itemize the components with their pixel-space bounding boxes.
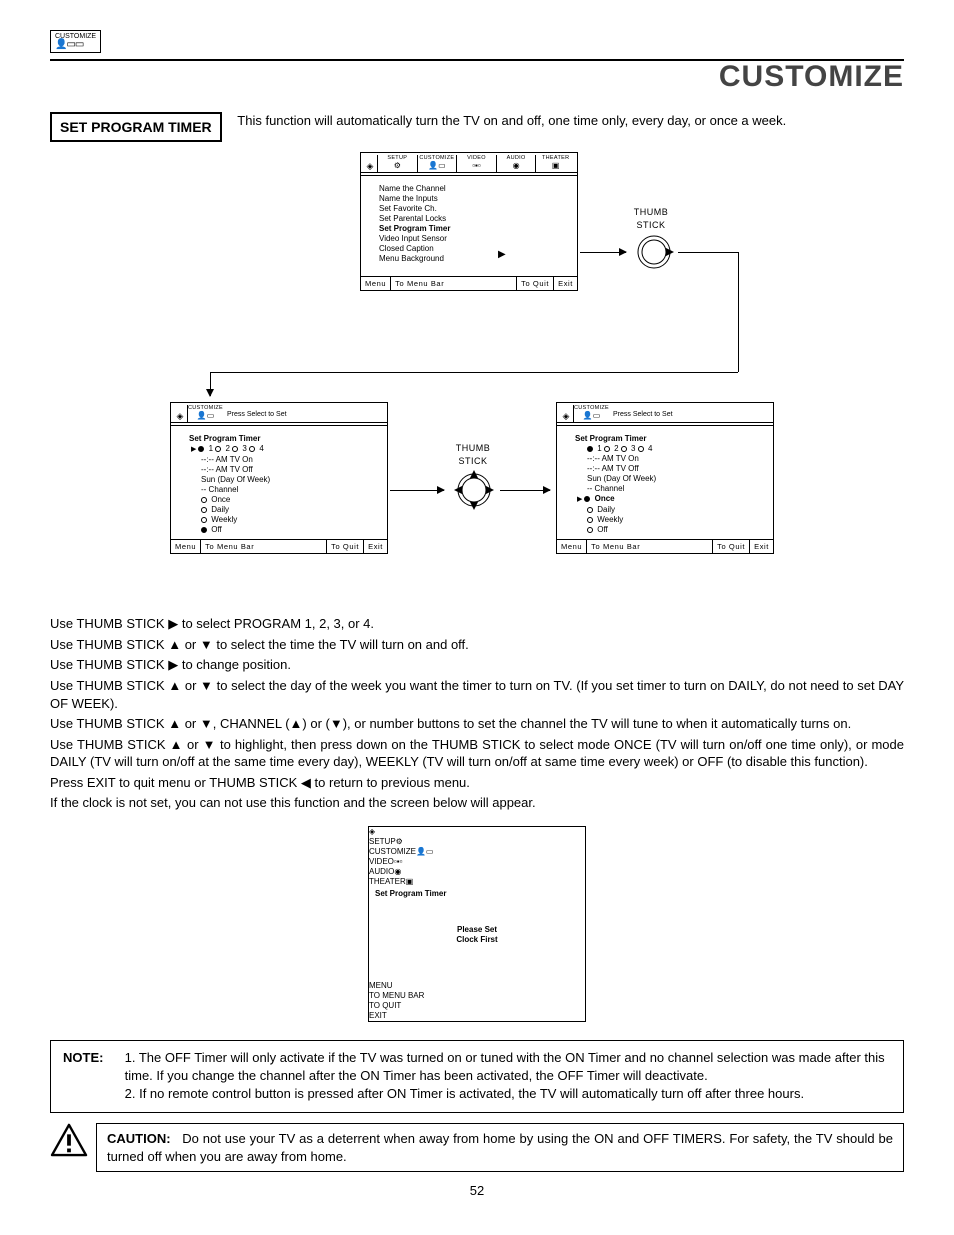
timer-slots: 1 2 3 4 [575,444,763,454]
menu-item: Set Program Timer [371,224,567,234]
footer-quit: To Quit [713,540,750,553]
diagram-area: ◈ SETUP⚙ CUSTOMIZE👤▭ VIDEO▫▪▫ AUDIO◉ THE… [50,152,904,612]
menu-item: Name the Inputs [371,194,567,204]
menu-item: Name the Channel [371,184,567,194]
footer-exit: Exit [750,540,773,553]
instruction-line: Use THUMB STICK ▲ or ▼ to select the tim… [50,636,904,654]
timer-slots: ▶ 1 2 3 4 [189,444,377,455]
timer-line: -- Channel [189,485,377,495]
note-item-1: 1. The OFF Timer will only activate if t… [125,1050,885,1083]
tab-customize: CUSTOMIZE [369,847,416,856]
footer-bar: To Menu Bar [391,277,517,290]
arrow-into-menu2 [210,372,211,396]
timer-mode: Daily [575,505,763,515]
instruction-line: Use THUMB STICK ▲ or ▼ to highlight, the… [50,736,904,771]
tab-video: VIDEO [369,857,394,866]
tab-theater: THEATER [369,877,406,886]
instruction-line: Press EXIT to quit menu or THUMB STICK ◀… [50,774,904,792]
timer-line: --:-- AM TV On [189,455,377,465]
note-item-2: 2. If no remote control button is presse… [125,1086,804,1101]
submenu-header-2: Press Select to Set [609,409,771,422]
instruction-line: If the clock is not set, you can not use… [50,794,904,812]
timer-mode: ▶ Once [575,494,763,505]
menu-item: Set Favorite Ch. [371,204,567,214]
thumb-label-1: THUMB STICK [626,206,676,230]
connector-h1 [678,252,738,253]
timer-line: --:-- AM TV Off [189,465,377,475]
clock-msg-2: Clock First [369,935,585,945]
page-title: CUSTOMIZE [50,57,904,98]
submenu-header-1: Press Select to Set [223,409,385,422]
menu-item: Menu Background [371,254,567,264]
footer-exit: Exit [554,277,577,290]
footer-menu: MENU [369,981,585,991]
timer-title: Set Program Timer [189,434,377,444]
instruction-line: Use THUMB STICK ▶ to change position. [50,656,904,674]
connector-h2 [210,372,738,373]
tv-menu-timer-2: ◈ CUSTOMIZE👤▭ Press Select to Set Set Pr… [556,402,774,554]
footer-menu: Menu [361,277,391,290]
timer-line: --:-- AM TV Off [575,464,763,474]
caution-label: CAUTION: [107,1131,171,1146]
page-number: 52 [50,1182,904,1200]
timer-title: Set Program Timer [575,434,763,444]
footer-menu: Menu [557,540,587,553]
caution-text: Do not use your TV as a deterrent when a… [107,1131,893,1164]
footer-bar: TO MENU BAR [369,991,585,1001]
footer-menu: Menu [171,540,201,553]
menu-item: Closed Caption [371,244,567,254]
caution-box: CAUTION: Do not use your TV as a deterre… [96,1123,904,1172]
clock-msg-1: Please Set [369,925,585,935]
instruction-line: Use THUMB STICK ▶ to select PROGRAM 1, 2… [50,615,904,633]
menu-body: Name the ChannelName the InputsSet Favor… [361,180,577,276]
tab-audio: AUDIO [369,867,394,876]
footer-quit: To Quit [517,277,554,290]
instructions-block: Use THUMB STICK ▶ to select PROGRAM 1, 2… [50,615,904,811]
timer-mode: Daily [189,505,377,515]
clock-menu-title: Set Program Timer [369,887,585,899]
footer-exit: EXIT [369,1011,585,1021]
thumb-label-2: THUMB STICK [448,442,498,466]
connector-v1 [738,252,739,372]
arrow-menu1-to-thumb [580,252,626,253]
top-chip-glyph: 👤▭▭ [55,39,83,50]
timer-mode: Off [575,525,763,535]
footer-quit: To Quit [327,540,364,553]
section-description: This function will automatically turn th… [237,112,786,130]
section-title-box: SET PROGRAM TIMER [50,112,222,143]
note-box: NOTE: 1. The OFF Timer will only activat… [50,1040,904,1113]
caution-triangle-icon [50,1123,88,1162]
menu-tabs: ◈ SETUP⚙ CUSTOMIZE👤▭ VIDEO▫▪▫ AUDIO◉ THE… [361,153,577,173]
arrow-menu2-to-thumb [390,490,444,491]
instruction-line: Use THUMB STICK ▲ or ▼ to select the day… [50,677,904,712]
thumb-stick-icon-1 [630,228,678,276]
menu-item: Video Input Sensor [371,234,567,244]
note-label: NOTE: [63,1049,121,1067]
top-customize-chip: CUSTOMIZE 👤▭▭ [50,30,101,53]
instruction-line: Use THUMB STICK ▲ or ▼, CHANNEL (▲) or (… [50,715,904,733]
menu1-pointer-icon: ▶ [498,248,506,262]
setup-dot-icon: ◈ [363,161,377,172]
footer-quit: TO QUIT [369,1001,585,1011]
timer-mode: Weekly [189,515,377,525]
timer-mode: Off [189,525,377,535]
caution-row: CAUTION: Do not use your TV as a deterre… [50,1123,904,1172]
footer-bar: To Menu Bar [201,540,327,553]
footer-exit: Exit [364,540,387,553]
thumb-stick-icon-2 [450,466,498,514]
tv-menu-main: ◈ SETUP⚙ CUSTOMIZE👤▭ VIDEO▫▪▫ AUDIO◉ THE… [360,152,578,291]
timer-mode: Weekly [575,515,763,525]
timer-line: -- Channel [575,484,763,494]
arrow-thumb-to-menu3 [500,490,550,491]
menu-footer: Menu To Menu Bar To Quit Exit [361,276,577,290]
timer-line: Sun (Day Of Week) [575,474,763,484]
timer-line: Sun (Day Of Week) [189,475,377,485]
menu-item: Set Parental Locks [371,214,567,224]
footer-bar: To Menu Bar [587,540,713,553]
timer-line: --:-- AM TV On [575,454,763,464]
tv-menu-timer-1: ◈ CUSTOMIZE👤▭ Press Select to Set Set Pr… [170,402,388,554]
tv-menu-clock-warning: ◈ SETUP⚙ CUSTOMIZE👤▭ VIDEO▫▪▫ AUDIO◉ THE… [368,826,586,1022]
timer-mode: Once [189,495,377,505]
tab-setup: SETUP [369,837,396,846]
